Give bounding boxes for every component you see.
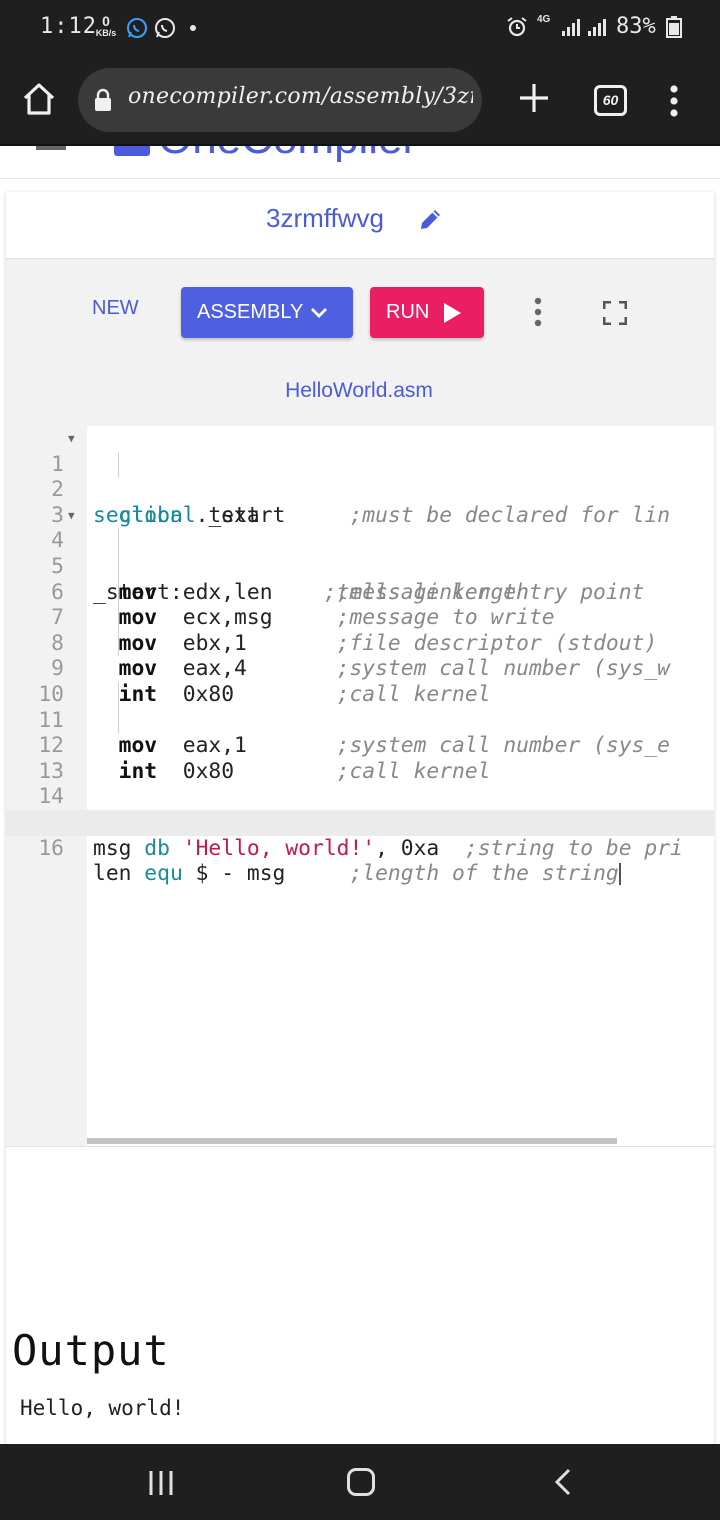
code-editor[interactable]: 1 ▼ section .text 2 global _start ;must … xyxy=(6,426,714,1146)
system-navigation-bar xyxy=(0,1444,720,1520)
browser-toolbar: onecompiler.com/assembly/3zrm 60 xyxy=(0,56,720,146)
code-line: 13 xyxy=(6,733,714,784)
run-label: RUN xyxy=(386,301,430,323)
language-label: ASSEMBLY xyxy=(197,301,304,323)
back-icon[interactable] xyxy=(552,1468,574,1496)
code-line: 15 msg db 'Hello, world!', 0xa ;string t… xyxy=(6,784,714,861)
editor-card: 3zrmffwvg NEW ASSEMBLY RUN HelloWorld.as… xyxy=(6,192,714,1444)
home-icon[interactable] xyxy=(20,80,58,118)
status-bar: 1:12 0 KB/s 4G 83% xyxy=(0,0,720,56)
status-time: 1:12 xyxy=(40,14,97,39)
signal-icon-sim2 xyxy=(588,19,606,36)
home-nav-icon[interactable] xyxy=(347,1468,375,1496)
code-line: 10 xyxy=(6,656,714,707)
alarm-icon xyxy=(507,17,527,37)
code-title-row: 3zrmffwvg xyxy=(6,192,714,258)
notification-dot-icon xyxy=(190,25,196,31)
network-type: 4G xyxy=(537,14,551,25)
network-speed-unit: KB/s xyxy=(95,28,117,38)
network-speed: 0 KB/s xyxy=(92,14,120,38)
code-line: 6 mov ecx,msg ;message to write xyxy=(6,554,714,631)
site-header: OneCompiler xyxy=(0,146,720,179)
horizontal-scrollbar[interactable] xyxy=(87,1138,617,1144)
code-line: 5 mov edx,len ;message length xyxy=(6,528,714,605)
tab-switcher-button[interactable]: 60 xyxy=(594,85,627,116)
code-line: 9 int 0x80 ;call kernel xyxy=(6,631,714,707)
more-options-icon[interactable] xyxy=(532,297,544,327)
new-tab-icon[interactable] xyxy=(516,80,552,116)
battery-level: 83% xyxy=(616,14,656,39)
code-line: 14 section .data xyxy=(6,759,714,835)
code-title[interactable]: 3zrmffwvg xyxy=(266,203,384,234)
code-line: 11 mov eax,1 ;system call number (sys_e xyxy=(6,682,714,759)
fold-arrow-icon[interactable]: ▼ xyxy=(68,426,75,452)
hamburger-menu-icon[interactable] xyxy=(36,146,66,150)
fullscreen-icon[interactable] xyxy=(603,301,627,325)
new-button[interactable]: NEW xyxy=(92,297,139,320)
tab-helloworld-asm[interactable]: HelloWorld.asm xyxy=(260,359,458,429)
recent-apps-icon[interactable] xyxy=(148,1470,174,1496)
input-pane xyxy=(6,1146,714,1266)
code-line: 3 xyxy=(6,477,714,528)
code-line: 8 mov eax,4 ;system call number (sys_w xyxy=(6,605,714,682)
text-cursor xyxy=(618,863,621,886)
url-text: onecompiler.com/assembly/3zrm xyxy=(128,84,473,109)
signal-icon xyxy=(562,19,580,36)
network-speed-value: 0 xyxy=(102,13,110,29)
output-text: Hello, world! xyxy=(20,1396,185,1420)
site-logo-text[interactable]: OneCompiler xyxy=(158,146,417,164)
output-title: Output xyxy=(12,1326,170,1375)
code-line: 2 global _start ;must be declared for li… xyxy=(6,452,714,528)
run-button[interactable]: RUN xyxy=(370,287,484,338)
chevron-down-icon xyxy=(311,308,327,318)
code-line-active: 16 len equ $ - msg ;length of the string xyxy=(6,810,714,886)
code-line: 7 mov ebx,1 ;file descriptor (stdout) xyxy=(6,580,714,656)
address-bar[interactable]: onecompiler.com/assembly/3zrm xyxy=(78,68,482,132)
code-text: len equ $ - msg ;length of the string xyxy=(93,861,621,887)
language-select-button[interactable]: ASSEMBLY xyxy=(181,287,353,338)
battery-icon xyxy=(666,16,682,38)
fold-arrow-icon[interactable]: ▼ xyxy=(68,503,75,529)
lock-icon xyxy=(95,88,111,111)
line-number: 16 xyxy=(38,835,64,861)
code-line: 4 ▼ _start: ;tells linker entry point xyxy=(6,503,714,605)
browser-menu-icon[interactable] xyxy=(664,84,684,118)
whatsapp-icon xyxy=(127,18,147,38)
code-line: 1 ▼ section .text xyxy=(6,426,714,528)
logo-icon xyxy=(114,146,150,156)
edit-pencil-icon[interactable] xyxy=(418,206,444,232)
whatsapp-business-icon xyxy=(155,18,175,38)
code-text: msg db 'Hello, world!', 0xa ;string to b… xyxy=(93,835,683,861)
play-icon xyxy=(444,303,461,323)
code-line: 12 int 0x80 ;call kernel xyxy=(6,708,714,784)
